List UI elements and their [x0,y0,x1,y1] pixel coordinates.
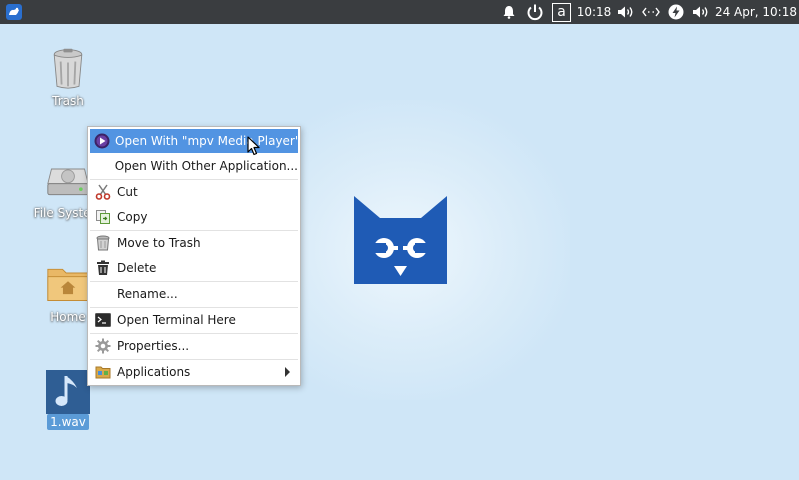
volume-button[interactable] [615,0,637,24]
menu-item-label: Open With Other Application... [114,159,298,173]
trash-icon [53,48,83,89]
menu-item-label: Copy [117,210,148,224]
drive-icon [47,168,89,196]
notifications-button[interactable] [500,0,518,24]
menu-item-label: Applications [117,365,191,379]
menu-item-label: Open With "mpv Media Player" [115,134,301,148]
volume-icon [693,6,708,18]
desktop-icon-trash[interactable]: Trash [28,46,108,109]
music-note-icon [46,370,90,414]
panel-clock[interactable]: 10:18 [576,0,612,24]
panel-date-time-text: 24 Apr, 10:18 [714,5,797,19]
xfce-logo-icon [354,196,447,284]
menu-item-label: Rename... [117,287,178,301]
keyboard-layout-label: a [557,4,566,20]
menu-item-cut[interactable]: Cut [90,180,298,204]
menu-item-rename[interactable]: Rename... [90,282,298,306]
delete-icon [94,259,112,277]
menu-item-open-with-mpv[interactable]: Open With "mpv Media Player" [90,129,301,153]
bell-icon [503,6,515,19]
submenu-arrow-icon [285,367,290,377]
menu-item-delete[interactable]: Delete [90,256,298,280]
keyboard-layout-button[interactable]: a [551,0,572,24]
power-icon [527,4,543,21]
volume-button-2[interactable] [690,0,712,24]
menu-item-applications[interactable]: Applications [90,360,298,384]
panel-clock-text: 10:18 [576,5,612,19]
context-menu: Open With "mpv Media Player" Open With O… [87,126,301,386]
network-button[interactable] [640,0,662,24]
scissors-icon [94,183,112,201]
mpv-icon [94,132,110,150]
terminal-icon [94,311,112,329]
menu-item-label: Open Terminal Here [117,313,236,327]
menu-item-label: Properties... [117,339,190,353]
gear-icon [94,337,112,355]
power-manager-button[interactable] [666,0,686,24]
menu-item-label: Cut [117,185,138,199]
power-button[interactable] [525,0,545,24]
menu-item-properties[interactable]: Properties... [90,334,298,358]
menu-item-open-terminal[interactable]: Open Terminal Here [90,308,298,332]
menu-item-copy[interactable]: Copy [90,205,298,229]
mouse-cursor-icon [247,136,260,156]
menu-item-move-to-trash[interactable]: Move to Trash [90,231,298,255]
volume-icon [618,6,633,18]
desktop-icon-label: 1.wav [47,414,89,430]
desktop-icon-label: Trash [52,94,84,108]
applications-icon [94,363,112,381]
panel-date-clock[interactable]: 24 Apr, 10:18 [715,0,797,24]
battery-icon [668,4,684,20]
top-panel: a 10:18 24 Apr, 10:18 [0,0,799,24]
copy-icon [94,208,112,226]
keyboard-icon: a [552,2,571,22]
home-folder-icon [47,268,89,301]
menu-item-label: Delete [117,261,157,275]
trash-icon [94,234,112,252]
xfce-menu-icon [6,4,22,20]
menu-item-label: Move to Trash [117,236,201,250]
network-icon [642,7,660,17]
applications-menu-button[interactable] [4,2,24,22]
desktop-icon-label: Home [50,310,86,324]
menu-item-open-with-other[interactable]: Open With Other Application... [90,154,298,178]
